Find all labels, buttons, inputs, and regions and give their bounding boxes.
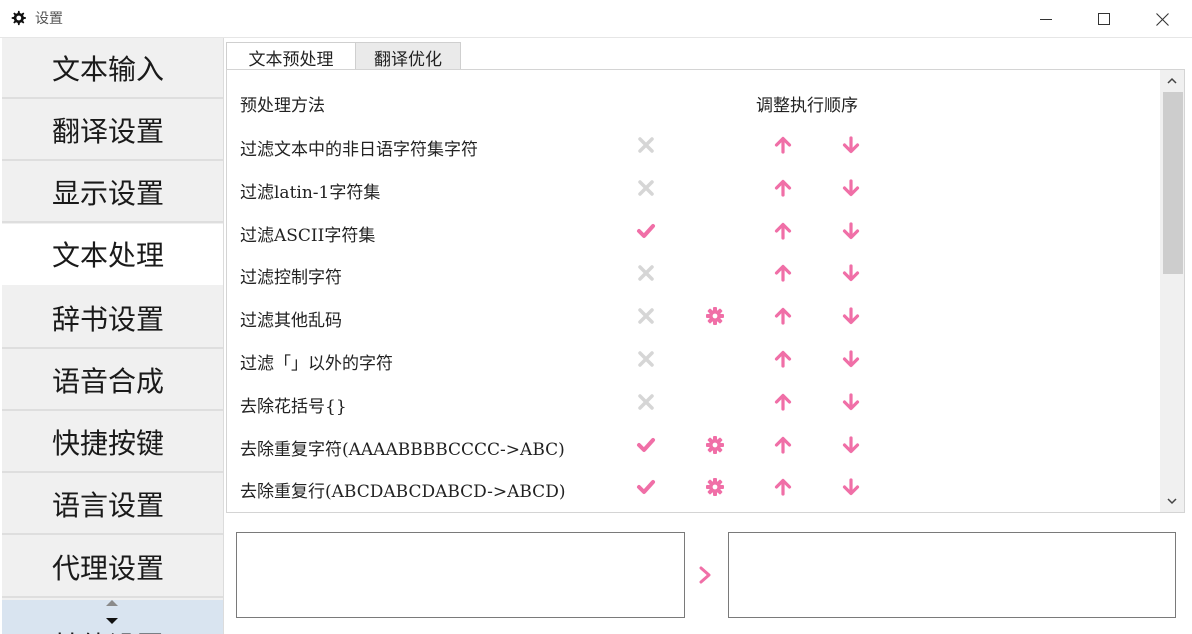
move-down-icon[interactable] <box>841 135 861 155</box>
preprocess-method-label: 过滤控制字符 <box>240 268 342 289</box>
move-down-icon[interactable] <box>841 349 861 369</box>
preprocess-method-label: 过滤其他乱码 <box>240 311 342 332</box>
sidebar-scroll-up-icon[interactable] <box>106 600 118 606</box>
list-scrollbar[interactable] <box>1160 70 1184 512</box>
move-up-icon[interactable] <box>773 178 793 198</box>
move-up-icon[interactable] <box>773 349 793 369</box>
check-icon[interactable] <box>636 221 656 241</box>
close-icon <box>1155 12 1169 26</box>
sidebar-item-translation[interactable]: 翻译设置 <box>2 100 223 161</box>
move-up-icon[interactable] <box>773 392 793 412</box>
preview-output-box[interactable] <box>728 532 1176 618</box>
title-bar: 设置 <box>0 0 1192 38</box>
list-item: 去除重复字符(AAAABBBBCCCC->ABC) <box>227 424 1157 467</box>
preprocess-method-label: 过滤latin-1字符集 <box>240 182 381 203</box>
preprocess-list: 预处理方法 调整执行顺序 过滤文本中的非日语字符集字符 过滤latin-1字符集过… <box>226 69 1185 513</box>
preprocess-method-label: 过滤文本中的非日语字符集字符 <box>240 140 478 160</box>
scroll-up-icon[interactable] <box>1167 77 1177 84</box>
chevron-right-icon <box>699 566 711 584</box>
move-up-icon[interactable] <box>773 306 793 326</box>
list-item: 去除花括号{} <box>227 381 1157 424</box>
cross-icon[interactable] <box>636 306 656 326</box>
tab-text-preprocess[interactable]: 文本预处理 <box>226 42 356 72</box>
sidebar-item-proxy[interactable]: 代理设置 <box>2 537 223 598</box>
preview-input-box[interactable] <box>236 532 685 618</box>
move-up-icon[interactable] <box>773 221 793 241</box>
preprocess-method-label: 过滤ASCII字符集 <box>240 225 376 246</box>
check-icon[interactable] <box>636 477 656 497</box>
settings-sidebar: 文本输入 翻译设置 显示设置 文本处理 辞书设置 语音合成 快捷按键 语言设置 … <box>2 38 224 634</box>
preprocess-method-label: 去除花括号{} <box>240 396 347 417</box>
tab-translation-optimize[interactable]: 翻译优化 <box>356 42 461 72</box>
preprocess-method-label: 过滤「」以外的字符 <box>240 354 393 374</box>
move-down-icon[interactable] <box>841 306 861 326</box>
sidebar-item-hotkeys[interactable]: 快捷按键 <box>2 412 223 473</box>
header-method: 预处理方法 <box>240 96 325 116</box>
tab-bar: 文本预处理 翻译优化 <box>226 38 1192 72</box>
window-title: 设置 <box>35 11 63 27</box>
cross-icon[interactable] <box>636 349 656 369</box>
sidebar-item-dictionary[interactable]: 辞书设置 <box>2 288 223 349</box>
move-down-icon[interactable] <box>841 221 861 241</box>
move-down-icon[interactable] <box>841 263 861 283</box>
list-item: 过滤「」以外的字符 <box>227 338 1157 381</box>
sidebar-item-language[interactable]: 语言设置 <box>2 474 223 535</box>
sidebar-item-display[interactable]: 显示设置 <box>2 162 223 223</box>
list-item: 过滤ASCII字符集 <box>227 210 1157 253</box>
settings-gear-icon[interactable] <box>705 435 725 455</box>
settings-gear-icon[interactable] <box>705 477 725 497</box>
settings-gear-icon[interactable] <box>705 306 725 326</box>
preprocess-method-label: 去除重复字符(AAAABBBBCCCC->ABC) <box>240 439 565 460</box>
list-item: 过滤文本中的非日语字符集字符 <box>227 124 1157 167</box>
check-icon[interactable] <box>636 435 656 455</box>
list-item: 过滤latin-1字符集 <box>227 167 1157 210</box>
cross-icon[interactable] <box>636 178 656 198</box>
list-scroll-thumb[interactable] <box>1163 92 1183 274</box>
minimize-button[interactable] <box>1017 0 1075 38</box>
move-down-icon[interactable] <box>841 178 861 198</box>
scroll-down-icon[interactable] <box>1167 498 1177 505</box>
move-up-icon[interactable] <box>773 263 793 283</box>
cross-icon[interactable] <box>636 135 656 155</box>
close-button[interactable] <box>1133 0 1191 38</box>
preprocess-method-label: 去除重复行(ABCDABCDABCD->ABCD) <box>240 482 566 503</box>
sidebar-item-text-input[interactable]: 文本输入 <box>2 38 223 99</box>
move-up-icon[interactable] <box>773 477 793 497</box>
list-item: 过滤其他乱码 <box>227 295 1157 338</box>
move-down-icon[interactable] <box>841 435 861 455</box>
maximize-button[interactable] <box>1075 0 1133 38</box>
gear-icon <box>11 10 26 26</box>
sidebar-scroll-down-icon[interactable] <box>106 618 118 624</box>
cross-icon[interactable] <box>636 263 656 283</box>
move-up-icon[interactable] <box>773 135 793 155</box>
move-down-icon[interactable] <box>841 392 861 412</box>
move-up-icon[interactable] <box>773 435 793 455</box>
list-item: 过滤控制字符 <box>227 252 1157 295</box>
sidebar-item-text-processing[interactable]: 文本处理 <box>2 224 223 285</box>
minimize-icon <box>1040 19 1052 20</box>
list-item: 去除重复行(ABCDABCDABCD->ABCD) <box>227 466 1157 509</box>
cross-icon[interactable] <box>636 392 656 412</box>
sidebar-item-tts[interactable]: 语音合成 <box>2 350 223 411</box>
header-order: 调整执行顺序 <box>756 96 858 116</box>
move-down-icon[interactable] <box>841 477 861 497</box>
maximize-icon <box>1098 13 1110 25</box>
